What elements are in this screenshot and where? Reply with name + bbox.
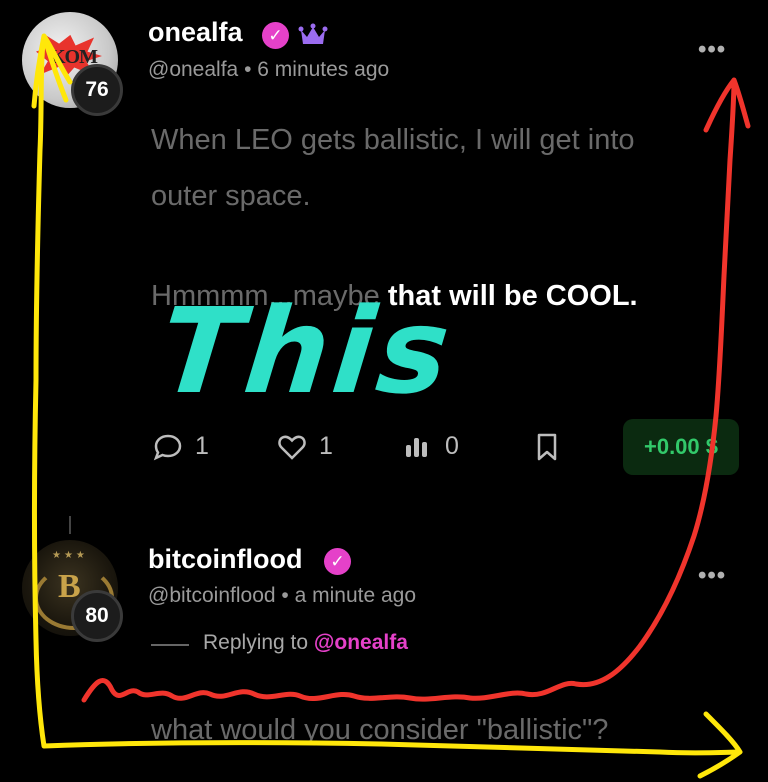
annotation-overlay: This <box>31 33 751 779</box>
handwritten-this: This <box>154 282 460 420</box>
